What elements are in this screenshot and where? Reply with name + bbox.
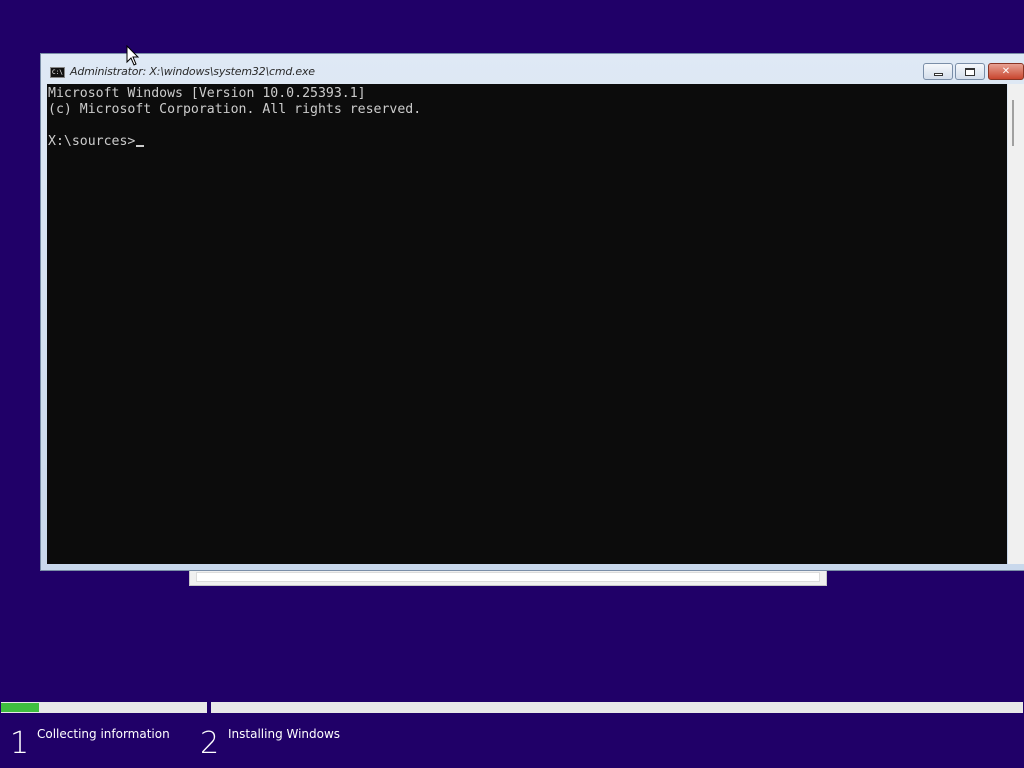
title-bar[interactable]: C:\ Administrator: X:\windows\system32\c… [41,54,1024,84]
cmd-window[interactable]: C:\ Administrator: X:\windows\system32\c… [40,53,1024,571]
vertical-scrollbar[interactable] [1008,84,1024,564]
minimize-button[interactable] [923,63,953,80]
step-number-2: 2 [200,726,220,761]
console-output[interactable]: Microsoft Windows [Version 10.0.25393.1]… [47,84,1007,564]
mouse-pointer-icon [126,45,140,66]
command-prompt-line[interactable]: X:\sources> [48,134,145,150]
setup-dialog-inner [196,572,820,582]
step-label-installing: Installing Windows [228,727,341,741]
step-label-collecting: Collecting information [37,727,170,741]
progress-fill [1,703,39,712]
restore-icon [965,67,975,76]
setup-dialog-edge [189,570,827,586]
console-line: Microsoft Windows [Version 10.0.25393.1] [48,86,366,101]
close-button[interactable]: ✕ [988,63,1024,80]
scroll-thumb[interactable] [1012,100,1014,146]
window-title: Administrator: X:\windows\system32\cmd.e… [70,65,315,78]
maximize-button[interactable] [955,63,985,80]
minimize-icon [933,73,943,76]
step-number-1: 1 [10,726,30,761]
progress-segment-installing [211,702,1023,713]
prompt-text: X:\sources> [48,134,136,149]
close-icon: ✕ [1001,66,1011,77]
text-cursor [136,145,145,147]
cmd-icon: C:\ [50,67,65,78]
console-line: (c) Microsoft Corporation. All rights re… [48,102,422,117]
